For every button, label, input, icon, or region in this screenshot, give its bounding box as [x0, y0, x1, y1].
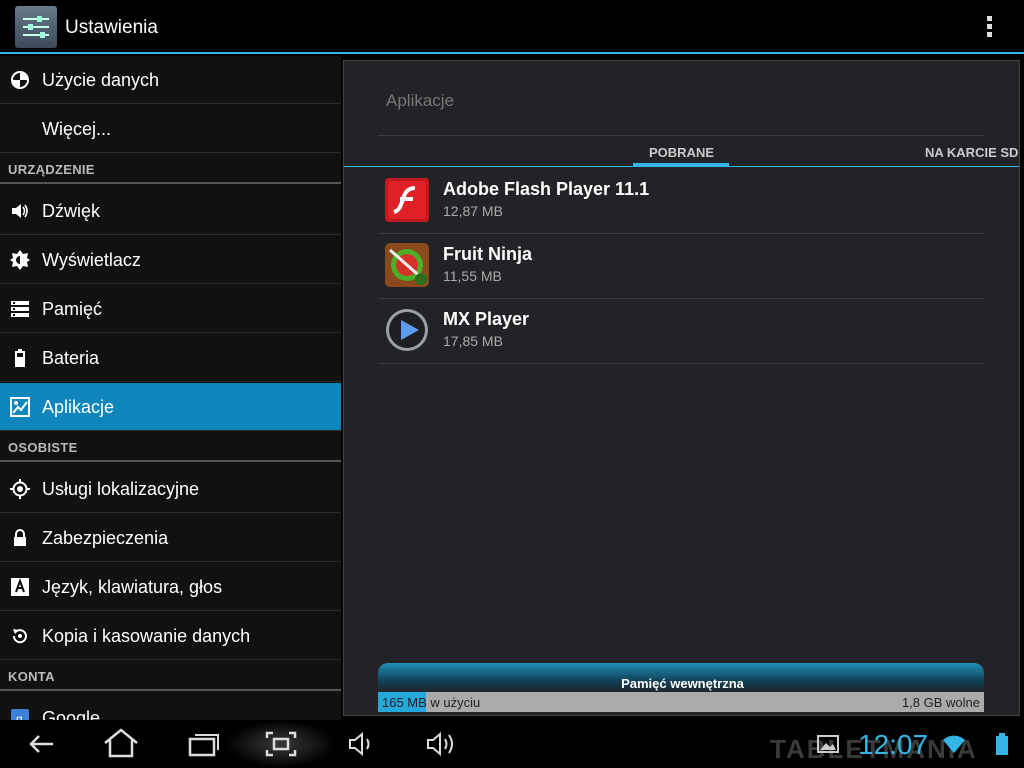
navigation-bar: TABLETMANIA 12:07	[0, 720, 1024, 768]
app-size: 12,87 MB	[443, 203, 503, 219]
app-row-fruit-ninja[interactable]: Fruit Ninja 11,55 MB	[378, 233, 984, 299]
section-header-label: URZĄDZENIE	[8, 162, 95, 177]
location-icon	[10, 479, 30, 499]
volume-up-button[interactable]	[420, 726, 464, 762]
sidebar-item-display[interactable]: Wyświetlacz	[0, 236, 341, 284]
sidebar-item-label: Google	[42, 708, 101, 720]
sidebar-item-location[interactable]: Usługi lokalizacyjne	[0, 465, 341, 513]
section-header-accounts: KONTA	[0, 661, 341, 691]
sidebar-item-label: Dźwięk	[42, 201, 101, 221]
storage-bar: 165 MB w użyciu 1,8 GB wolne	[378, 692, 984, 712]
google-icon: g	[11, 709, 29, 720]
status-clock: 12:07	[858, 729, 929, 760]
sidebar-item-label: Aplikacje	[42, 397, 115, 417]
storage-icon	[11, 301, 29, 317]
action-bar: Ustawienia	[0, 0, 1024, 54]
language-icon	[11, 578, 29, 596]
backup-icon	[12, 629, 27, 644]
recent-apps-button[interactable]	[182, 726, 226, 762]
back-icon	[29, 735, 53, 753]
sidebar-item-label: Język, klawiatura, głos	[42, 577, 223, 597]
app-row-flash[interactable]: Adobe Flash Player 11.1 12,87 MB	[378, 168, 984, 234]
sidebar-item-security[interactable]: Zabezpieczenia	[0, 514, 341, 562]
panel-title: Aplikacje	[386, 91, 455, 110]
sidebar-item-label: Zabezpieczenia	[42, 528, 169, 548]
home-button[interactable]	[99, 726, 143, 762]
volume-down-button[interactable]	[342, 726, 386, 762]
sidebar-item-label: Bateria	[42, 348, 100, 368]
battery-status-icon	[990, 732, 1014, 756]
sidebar-item-battery[interactable]: Bateria	[0, 334, 341, 382]
sidebar-item-label: Usługi lokalizacyjne	[42, 479, 200, 499]
volume-down-icon	[349, 731, 370, 757]
volume-up-icon	[427, 731, 453, 757]
storage-free-label: 1,8 GB wolne	[901, 695, 980, 710]
back-button[interactable]	[19, 726, 63, 762]
lock-icon	[14, 529, 26, 546]
recent-apps-icon	[188, 734, 219, 757]
brightness-icon	[10, 250, 30, 270]
battery-icon	[15, 349, 25, 367]
section-header-device: URZĄDZENIE	[0, 154, 341, 184]
screenshot-button[interactable]	[259, 726, 303, 762]
app-name: MX Player	[443, 309, 530, 329]
sidebar-item-label: Wyświetlacz	[42, 250, 141, 270]
sidebar-item-storage[interactable]: Pamięć	[0, 285, 341, 333]
section-header-personal: OSOBISTE	[0, 432, 341, 462]
tab-indicator	[633, 163, 729, 167]
flash-player-icon	[385, 178, 429, 222]
app-size: 11,55 MB	[443, 268, 502, 284]
apps-panel: Aplikacje POBRANE NA KARCIE SD Adobe Fla…	[343, 60, 1020, 716]
storage-used-label: 165 MB w użyciu	[382, 695, 481, 710]
data-usage-icon	[11, 71, 29, 89]
divider	[378, 135, 983, 136]
sidebar-item-more[interactable]: Więcej...	[0, 105, 341, 153]
app-row-mx-player[interactable]: MX Player 17,85 MB	[378, 298, 984, 364]
apps-icon	[10, 397, 30, 417]
tab-sd-card[interactable]: NA KARCIE SD	[925, 145, 1018, 160]
app-name: Fruit Ninja	[443, 244, 532, 264]
section-header-label: KONTA	[8, 669, 55, 684]
sidebar-item-label: Użycie danych	[42, 70, 160, 90]
sidebar-item-label: Więcej...	[42, 119, 112, 139]
screenshot-icon	[265, 731, 297, 757]
overflow-menu-icon[interactable]	[987, 16, 997, 40]
wifi-icon	[942, 732, 966, 756]
fruit-ninja-icon	[385, 243, 429, 287]
settings-app-icon[interactable]	[15, 6, 57, 48]
sidebar-item-label: Pamięć	[42, 299, 103, 319]
svg-text:g: g	[16, 712, 23, 720]
home-icon	[104, 728, 138, 758]
section-header-label: OSOBISTE	[8, 440, 78, 455]
app-size: 17,85 MB	[443, 333, 503, 349]
storage-title: Pamięć wewnętrzna	[621, 676, 744, 691]
app-title: Ustawienia	[65, 17, 158, 38]
tab-downloaded[interactable]: POBRANE	[649, 145, 714, 160]
mx-player-icon	[386, 309, 428, 351]
sidebar-item-data-usage[interactable]: Użycie danych	[0, 56, 341, 104]
settings-sidebar: Użycie danych Więcej... URZĄDZENIE Dźwię…	[0, 56, 341, 720]
volume-icon	[12, 204, 28, 218]
sidebar-item-google[interactable]: g Google	[0, 694, 341, 720]
sidebar-item-label: Kopia i kasowanie danych	[42, 626, 251, 646]
sidebar-item-apps[interactable]: Aplikacje	[0, 383, 341, 431]
sidebar-item-language[interactable]: Język, klawiatura, głos	[0, 563, 341, 611]
app-name: Adobe Flash Player 11.1	[443, 179, 650, 199]
sidebar-item-backup[interactable]: Kopia i kasowanie danych	[0, 612, 341, 660]
gallery-notification-icon[interactable]	[816, 732, 840, 756]
sidebar-item-sound[interactable]: Dźwięk	[0, 187, 341, 235]
